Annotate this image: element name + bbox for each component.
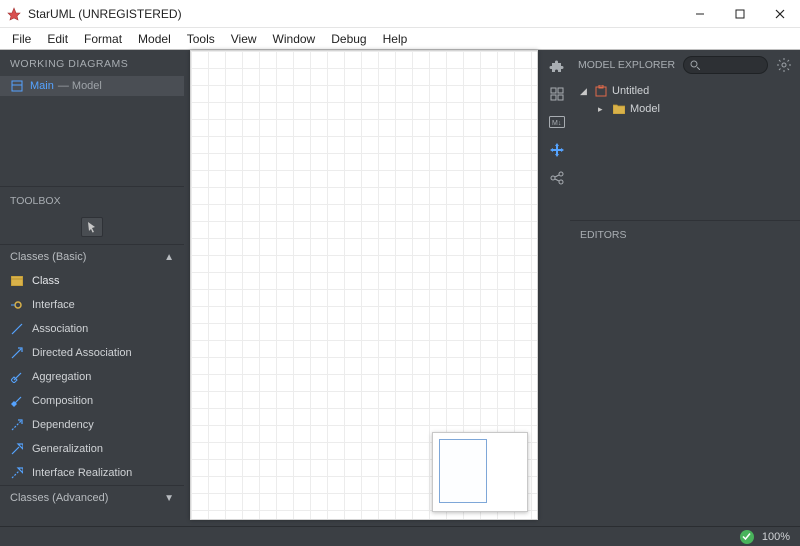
- diagram-icon: [10, 79, 24, 93]
- tree-row-model[interactable]: ▸ Model: [576, 100, 794, 118]
- status-ok-icon[interactable]: [740, 530, 754, 544]
- tool-aggregation[interactable]: Aggregation: [0, 365, 184, 389]
- tree-caret-expanded-icon[interactable]: ◢: [580, 86, 590, 97]
- svg-text:M↓: M↓: [552, 120, 561, 127]
- menu-window[interactable]: Window: [265, 30, 324, 48]
- tool-label: Interface Realization: [32, 467, 132, 479]
- tool-association[interactable]: Association: [0, 317, 184, 341]
- left-panel: WORKING DIAGRAMS Main — Model TOOLBOX Cl…: [0, 50, 184, 526]
- dependency-icon: [10, 418, 24, 432]
- tool-label: Composition: [32, 395, 93, 407]
- tool-directed-association[interactable]: Directed Association: [0, 341, 184, 365]
- working-diagrams-header: WORKING DIAGRAMS: [0, 50, 184, 76]
- tool-interface-realization[interactable]: Interface Realization: [0, 461, 184, 485]
- model-explorer-header: MODEL EXPLORER: [578, 59, 675, 71]
- share-icon[interactable]: [547, 168, 567, 188]
- model-explorer-tree: ◢ Untitled ▸ Model: [570, 80, 800, 120]
- interface-icon: [10, 298, 24, 312]
- interface-realization-icon: [10, 466, 24, 480]
- model-explorer-search[interactable]: [683, 56, 768, 74]
- menu-debug[interactable]: Debug: [323, 30, 374, 48]
- tree-label: Model: [630, 103, 660, 115]
- aggregation-icon: [10, 370, 24, 384]
- working-diagram-type: — Model: [58, 80, 102, 92]
- app-icon: [6, 6, 22, 22]
- toolbox-section-label: Classes (Basic): [10, 251, 86, 263]
- tool-label: Association: [32, 323, 88, 335]
- canvas-area: [184, 50, 544, 526]
- zoom-level[interactable]: 100%: [762, 531, 790, 543]
- right-panel: MODEL EXPLORER ◢ Untitled ▸ Model EDITOR…: [570, 50, 800, 526]
- toolbox-items[interactable]: Class Interface Association Directed Ass…: [0, 269, 184, 485]
- menu-model[interactable]: Model: [130, 30, 179, 48]
- menu-bar: File Edit Format Model Tools View Window…: [0, 28, 800, 50]
- tree-label: Untitled: [612, 85, 649, 97]
- tree-row-root[interactable]: ◢ Untitled: [576, 82, 794, 100]
- grid-icon[interactable]: [547, 84, 567, 104]
- toolbox-section-classes-advanced[interactable]: Classes (Advanced) ▼: [0, 485, 184, 510]
- chevron-down-icon: ▼: [164, 493, 174, 504]
- toolbox-header: TOOLBOX: [0, 186, 184, 213]
- app-body: WORKING DIAGRAMS Main — Model TOOLBOX Cl…: [0, 50, 800, 526]
- tool-label: Generalization: [32, 443, 103, 455]
- tool-label: Dependency: [32, 419, 94, 431]
- generalization-icon: [10, 442, 24, 456]
- toolbox-section-classes-basic[interactable]: Classes (Basic) ▲: [0, 244, 184, 269]
- title-bar: StarUML (UNREGISTERED): [0, 0, 800, 28]
- close-button[interactable]: [760, 0, 800, 28]
- window-controls: [680, 0, 800, 28]
- tool-composition[interactable]: Composition: [0, 389, 184, 413]
- tree-caret-collapsed-icon[interactable]: ▸: [598, 104, 608, 115]
- maximize-button[interactable]: [720, 0, 760, 28]
- window-title: StarUML (UNREGISTERED): [28, 7, 680, 21]
- model-explorer-header-row: MODEL EXPLORER: [570, 50, 800, 80]
- toolbox-section-label: Classes (Advanced): [10, 492, 108, 504]
- directed-association-icon: [10, 346, 24, 360]
- gear-icon[interactable]: [776, 57, 792, 73]
- tool-class[interactable]: Class: [0, 269, 184, 293]
- menu-view[interactable]: View: [223, 30, 265, 48]
- editors-header: EDITORS: [570, 220, 800, 249]
- menu-file[interactable]: File: [4, 30, 39, 48]
- tool-label: Directed Association: [32, 347, 132, 359]
- tool-label: Aggregation: [32, 371, 91, 383]
- menu-format[interactable]: Format: [76, 30, 130, 48]
- menu-tools[interactable]: Tools: [179, 30, 223, 48]
- tool-interface[interactable]: Interface: [0, 293, 184, 317]
- tool-label: Class: [32, 275, 60, 287]
- class-icon: [10, 274, 24, 288]
- minimize-button[interactable]: [680, 0, 720, 28]
- minimap-viewport[interactable]: [439, 439, 487, 503]
- menu-help[interactable]: Help: [375, 30, 416, 48]
- markdown-icon[interactable]: M↓: [547, 112, 567, 132]
- tool-dependency[interactable]: Dependency: [0, 413, 184, 437]
- association-icon: [10, 322, 24, 336]
- right-tool-strip: M↓: [544, 50, 570, 526]
- working-diagram-name: Main: [30, 80, 54, 92]
- composition-icon: [10, 394, 24, 408]
- working-diagram-item[interactable]: Main — Model: [0, 76, 184, 96]
- toolbox-cursor-row: [0, 213, 184, 244]
- tool-generalization[interactable]: Generalization: [0, 437, 184, 461]
- menu-edit[interactable]: Edit: [39, 30, 76, 48]
- tool-label: Interface: [32, 299, 75, 311]
- folder-icon: [612, 102, 626, 116]
- status-bar: 100%: [0, 526, 800, 546]
- select-tool-button[interactable]: [81, 217, 103, 237]
- working-diagrams-list: Main — Model: [0, 76, 184, 96]
- model-explorer-search-input[interactable]: [704, 60, 761, 71]
- move-icon[interactable]: [547, 140, 567, 160]
- left-spacer: [0, 96, 184, 186]
- search-icon: [690, 60, 700, 70]
- minimap[interactable]: [432, 432, 528, 512]
- extension-icon[interactable]: [547, 56, 567, 76]
- project-icon: [594, 84, 608, 98]
- chevron-up-icon: ▲: [164, 252, 174, 263]
